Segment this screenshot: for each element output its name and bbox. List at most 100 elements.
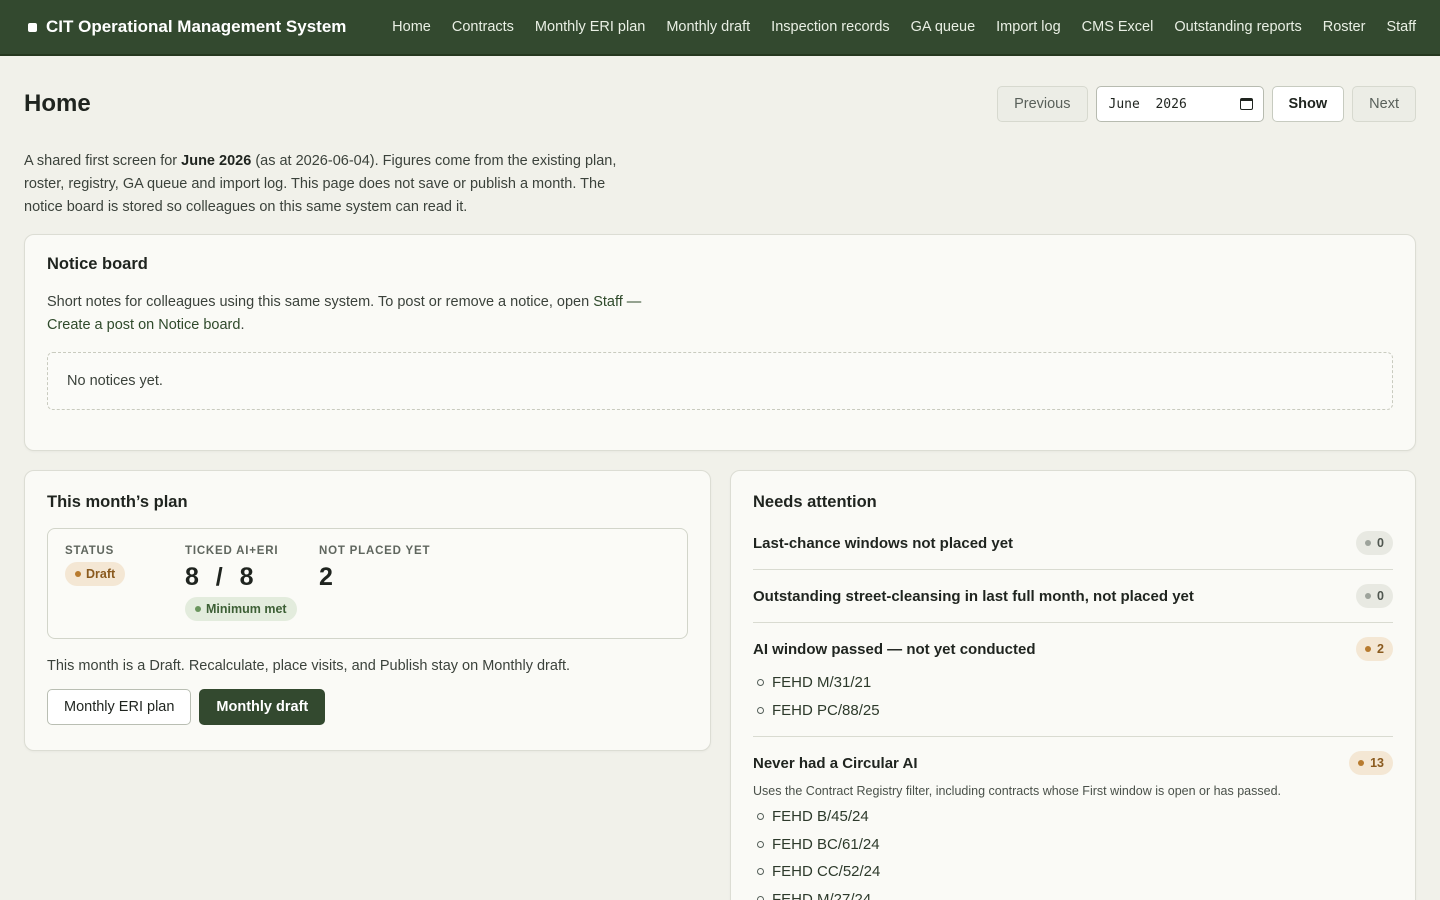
intro-text-start: A shared first screen for [24,153,182,169]
bullet-icon [757,840,764,848]
month-picker-input[interactable]: June 2026 [1095,86,1264,122]
bullet-icon [757,706,764,714]
count-dot-icon [1358,760,1365,766]
count-value: 0 [1377,589,1384,603]
attention-item-title: Last-chance windows not placed yet [753,534,1014,552]
plan-stats-box: STATUS Draft TICKED AI+ERI 8 / 8 Minimum… [47,528,688,639]
top-nav-bar: CIT Operational Management System Home C… [0,0,1440,56]
attention-item-title: AI window passed — not yet conducted [753,640,1036,658]
nav-import-log[interactable]: Import log [996,19,1060,35]
next-month-button[interactable]: Next [1352,86,1416,122]
attention-item: Never had a Circular AI 13 Uses the Cont… [753,751,1393,900]
contract-ref: FEHD M/27/24 [772,890,872,900]
brand-logo-icon [28,22,37,32]
count-dot-icon [1365,646,1372,652]
bullet-icon [757,895,764,900]
list-item[interactable]: FEHD BC/61/24 [753,831,1393,859]
ticked-value: 8 / 8 [185,563,255,591]
plan-actions: Monthly ERI plan Monthly draft [47,689,688,725]
notice-desc-end: . [240,317,245,333]
not-placed-value: 2 [319,563,334,591]
nav-cms-excel[interactable]: CMS Excel [1082,19,1154,35]
minimum-met-text: Minimum met [206,602,287,616]
bullet-icon [757,813,764,821]
nav-monthly-eri-plan[interactable]: Monthly ERI plan [535,19,645,35]
month-plan-title: This month’s plan [47,493,188,511]
count-value: 13 [1370,756,1384,770]
contract-ref: FEHD PC/88/25 [772,701,880,719]
count-value: 2 [1377,642,1384,656]
status-dot-icon [75,571,81,577]
plan-note: This month is a Draft. Recalculate, plac… [47,658,571,674]
nav-contracts[interactable]: Contracts [452,19,514,35]
monthly-eri-plan-button[interactable]: Monthly ERI plan [47,689,192,725]
show-button[interactable]: Show [1271,86,1345,122]
nav-outstanding-reports[interactable]: Outstanding reports [1174,19,1301,35]
attention-item-note: Uses the Contract Registry filter, inclu… [753,784,1282,798]
bullet-icon [757,679,764,687]
notice-desc-text: Short notes for colleagues using this sa… [47,294,594,310]
month-picker-value: June 2026 [1108,96,1187,112]
attention-item: Last-chance windows not placed yet 0 [753,531,1393,570]
contract-ref-list: FEHD B/45/24 FEHD BC/61/24 FEHD CC/52/24… [753,803,1393,900]
count-dot-icon [1365,593,1372,599]
contract-ref: FEHD CC/52/24 [772,863,881,881]
two-column-area: This month’s plan STATUS Draft TICKED AI… [24,470,1416,900]
minimum-dot-icon [195,606,201,612]
previous-month-button[interactable]: Previous [997,86,1088,122]
ticked-label: TICKED AI+ERI [185,545,279,557]
contract-ref: FEHD B/45/24 [772,808,869,826]
contract-ref: FEHD BC/61/24 [772,835,880,853]
app-title: CIT Operational Management System [46,17,347,36]
attention-item-head: Outstanding street-cleansing in last ful… [753,584,1393,608]
not-placed-stat: NOT PLACED YET 2 [319,545,430,622]
status-value: Draft [86,567,116,581]
attention-item-head: AI window passed — not yet conducted 2 [753,637,1393,661]
notice-board-description: Short notes for colleagues using this sa… [47,291,647,337]
status-label: STATUS [65,545,115,557]
nav-monthly-draft[interactable]: Monthly draft [666,19,750,35]
count-badge: 13 [1349,751,1393,775]
status-badge: Draft [65,562,126,586]
notice-board-card: Notice board Short notes for colleagues … [24,234,1416,451]
nav-roster[interactable]: Roster [1323,19,1366,35]
page-title: Home [24,90,91,117]
contract-ref-list: FEHD M/31/21 FEHD PC/88/25 [753,669,1393,724]
not-placed-label: NOT PLACED YET [319,545,431,557]
attention-item-head: Last-chance windows not placed yet 0 [753,531,1393,555]
count-dot-icon [1365,540,1372,546]
list-item[interactable]: FEHD PC/88/25 [753,697,1393,725]
count-badge: 0 [1356,531,1393,555]
nav-ga-queue[interactable]: GA queue [911,19,976,35]
attention-item-head: Never had a Circular AI 13 [753,751,1393,775]
monthly-draft-button[interactable]: Monthly draft [199,689,326,725]
intro-month: June 2026 [181,153,252,169]
intro-text: A shared first screen for June 2026 (as … [24,150,644,219]
attention-item-title: Never had a Circular AI [753,754,918,772]
nav-inspection-records[interactable]: Inspection records [771,19,889,35]
count-badge: 0 [1356,584,1393,608]
status-stat: STATUS Draft [65,545,185,622]
attention-item: AI window passed — not yet conducted 2 F… [753,637,1393,737]
minimum-met-badge: Minimum met [185,597,297,621]
needs-attention-card: Needs attention Last-chance windows not … [730,470,1416,900]
attention-item-title: Outstanding street-cleansing in last ful… [753,587,1194,605]
list-item[interactable]: FEHD M/27/24 [753,886,1393,900]
contract-ref: FEHD M/31/21 [772,674,872,692]
nav-home[interactable]: Home [392,19,431,35]
list-item[interactable]: FEHD M/31/21 [753,669,1393,697]
count-badge: 2 [1356,637,1393,661]
page-header: Home Previous June 2026 Show Next [24,56,1416,150]
list-item[interactable]: FEHD B/45/24 [753,803,1393,831]
bullet-icon [757,868,764,876]
main-content: Home Previous June 2026 Show Next A shar… [0,56,1440,900]
notice-empty-state: No notices yet. [47,352,1393,410]
month-controls: Previous June 2026 Show Next [997,86,1416,122]
app-brand[interactable]: CIT Operational Management System [28,17,346,37]
calendar-icon[interactable] [1239,98,1253,110]
nav-staff[interactable]: Staff [1386,19,1416,35]
notice-board-title: Notice board [47,255,148,273]
list-item[interactable]: FEHD CC/52/24 [753,858,1393,886]
needs-attention-title: Needs attention [753,493,877,511]
main-nav: Home Contracts Monthly ERI plan Monthly … [392,19,1416,35]
